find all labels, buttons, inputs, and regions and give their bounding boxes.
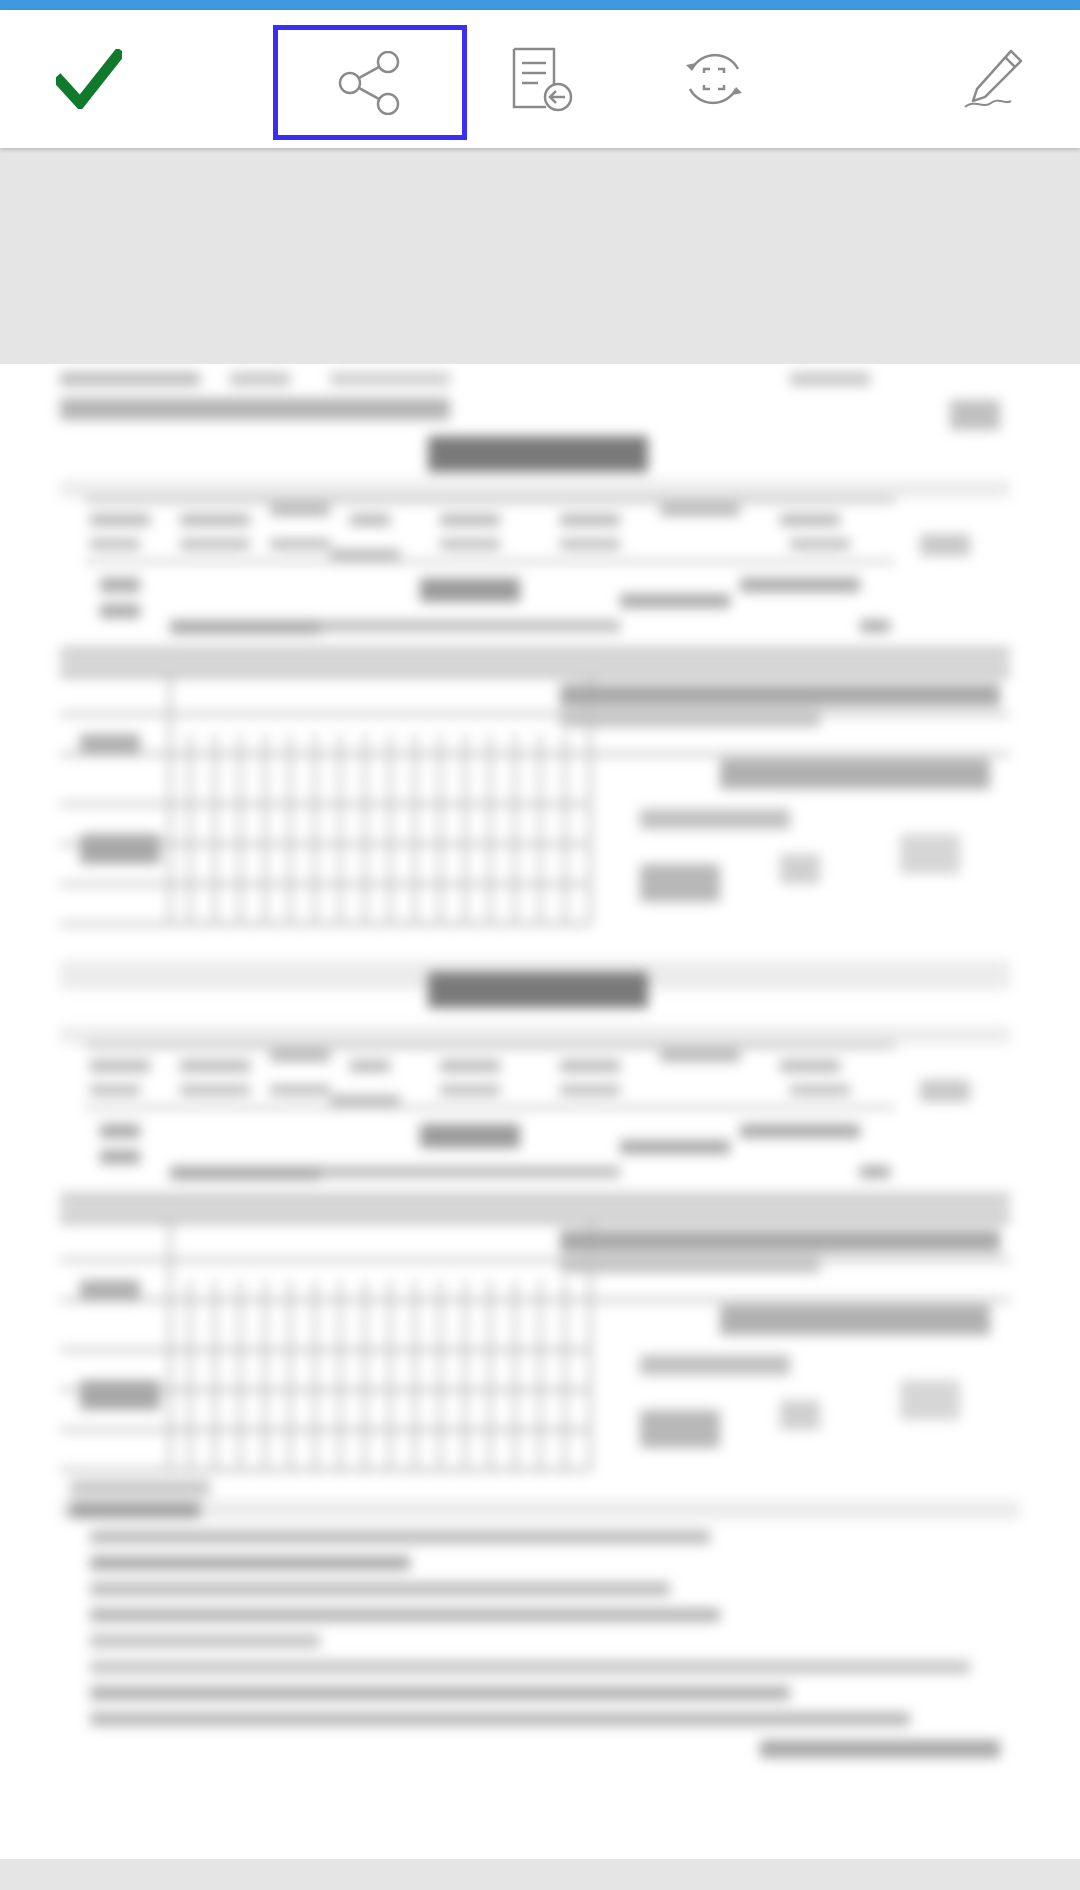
top-toolbar — [0, 10, 1080, 148]
document-import-button[interactable] — [478, 10, 608, 148]
document-import-icon — [512, 47, 573, 112]
blurred-document-content — [60, 372, 1020, 1758]
preview-top-margin — [0, 148, 1080, 364]
share-button[interactable] — [273, 25, 467, 140]
done-button[interactable] — [24, 10, 154, 148]
share-icon — [338, 50, 400, 115]
sign-button[interactable] — [928, 10, 1058, 148]
preview-bottom-margin — [0, 1859, 1080, 1890]
rotate-crop-button[interactable] — [649, 10, 779, 148]
rotate-crop-icon — [686, 53, 742, 105]
scanned-document-preview[interactable] — [0, 364, 1080, 1859]
status-accent-bar — [0, 0, 1080, 10]
pen-sign-icon — [964, 49, 1023, 108]
checkmark-icon — [56, 49, 122, 109]
